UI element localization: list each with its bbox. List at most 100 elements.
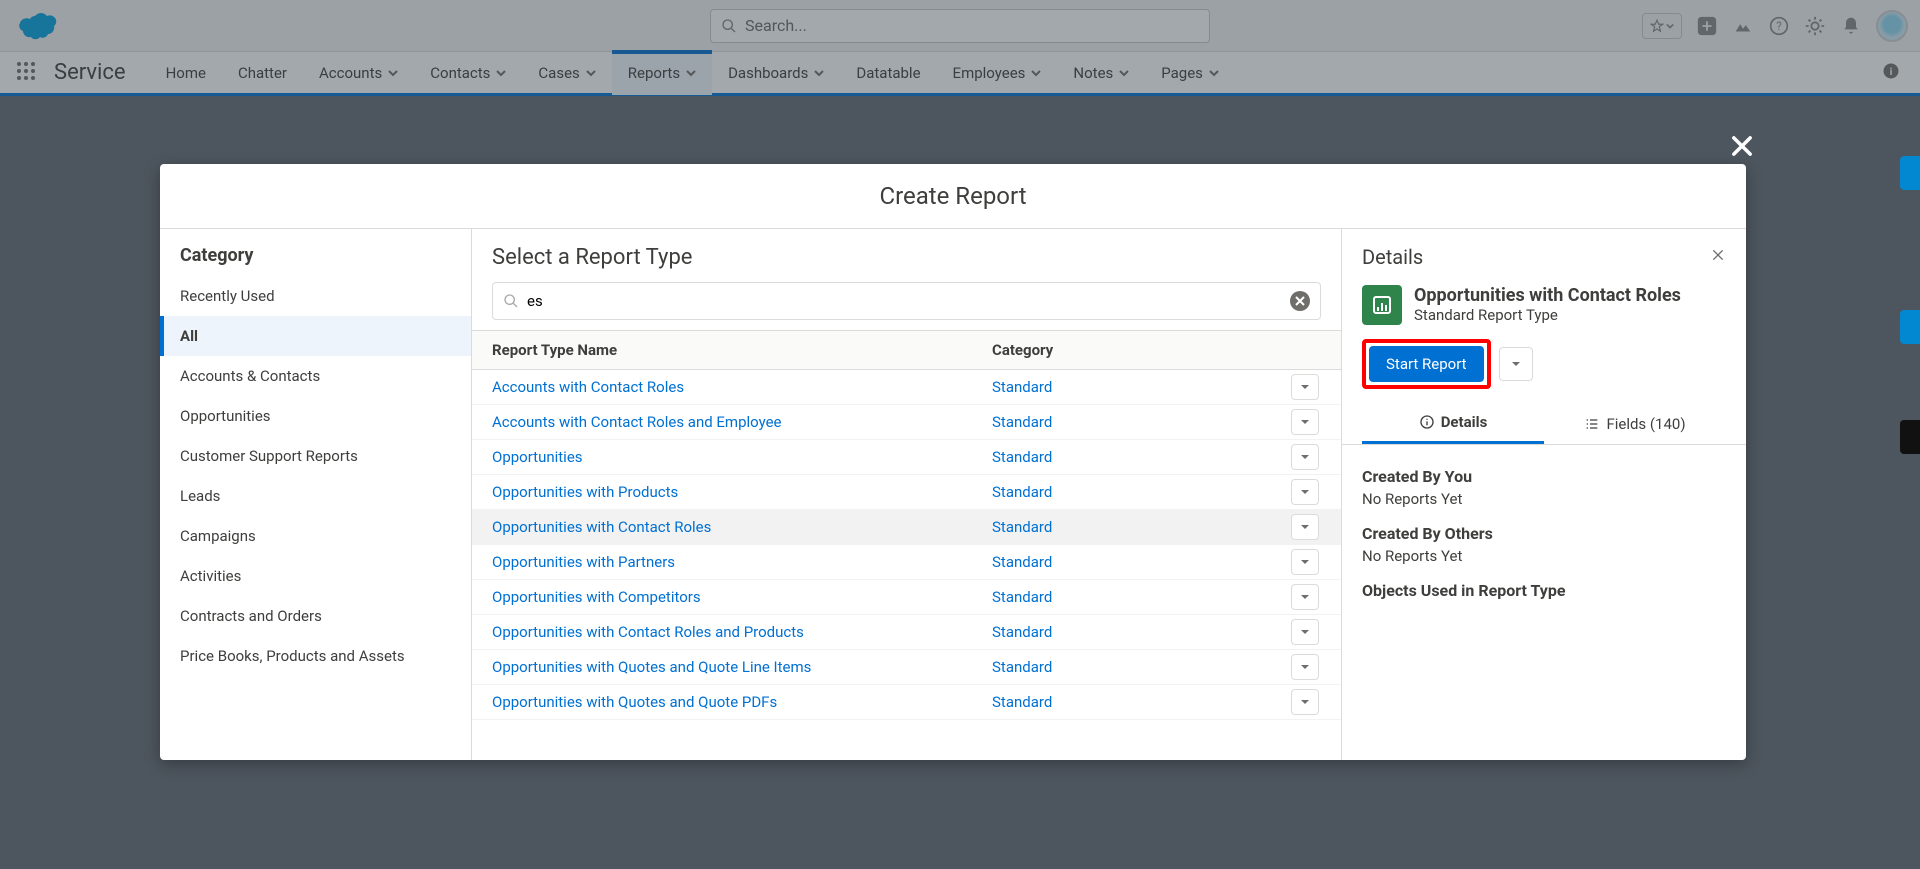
start-report-menu[interactable]	[1499, 347, 1533, 381]
category-item[interactable]: Campaigns	[160, 516, 471, 556]
row-actions-button[interactable]	[1291, 584, 1319, 610]
clear-search-button[interactable]	[1290, 291, 1310, 311]
selected-rt-name: Opportunities with Contact Roles	[1414, 285, 1681, 306]
close-dialog-button[interactable]	[1728, 132, 1756, 164]
report-type-name[interactable]: Opportunities with Partners	[472, 545, 972, 579]
row-actions-button[interactable]	[1291, 444, 1319, 470]
start-report-button[interactable]: Start Report	[1369, 346, 1484, 382]
info-icon: i	[1882, 62, 1900, 80]
report-type-name[interactable]: Opportunities with Products	[472, 475, 972, 509]
side-tab[interactable]	[1900, 156, 1920, 190]
objects-used-header: Objects Used in Report Type	[1362, 581, 1726, 600]
trailhead-button[interactable]	[1732, 15, 1754, 37]
chevron-down-icon	[1209, 64, 1219, 82]
help-button[interactable]: ?	[1768, 15, 1790, 37]
report-type-row[interactable]: Opportunities with ProductsStandard	[472, 475, 1341, 510]
chevron-down-icon	[1300, 662, 1310, 672]
chevron-down-icon	[388, 64, 398, 82]
report-type-row[interactable]: Opportunities with CompetitorsStandard	[472, 580, 1341, 615]
report-type-name[interactable]: Opportunities with Competitors	[472, 580, 972, 614]
category-item[interactable]: Activities	[160, 556, 471, 596]
report-type-category: Standard	[972, 440, 1291, 474]
category-item[interactable]: Price Books, Products and Assets	[160, 636, 471, 676]
close-details-button[interactable]	[1710, 247, 1726, 267]
svg-text:?: ?	[1776, 19, 1782, 33]
tab-fields[interactable]: Fields (140)	[1544, 403, 1726, 444]
nav-item-notes[interactable]: Notes	[1057, 51, 1145, 95]
star-icon	[1650, 19, 1664, 33]
report-type-row[interactable]: Opportunities with Contact RolesStandard	[472, 510, 1341, 545]
report-type-name[interactable]: Opportunities with Quotes and Quote PDFs	[472, 685, 972, 719]
report-type-name[interactable]: Accounts with Contact Roles	[472, 370, 972, 404]
favorites-button[interactable]	[1642, 13, 1682, 39]
nav-item-cases[interactable]: Cases	[522, 51, 611, 95]
report-type-row[interactable]: Opportunities with Quotes and Quote Line…	[472, 650, 1341, 685]
report-type-row[interactable]: OpportunitiesStandard	[472, 440, 1341, 475]
nav-item-pages[interactable]: Pages	[1145, 51, 1235, 95]
report-type-row[interactable]: Opportunities with Quotes and Quote PDFs…	[472, 685, 1341, 720]
category-item[interactable]: Recently Used	[160, 276, 471, 316]
notifications-button[interactable]	[1840, 15, 1862, 37]
create-report-modal: Create Report Category Recently UsedAllA…	[160, 164, 1746, 760]
row-actions-button[interactable]	[1291, 689, 1319, 715]
category-item[interactable]: Contracts and Orders	[160, 596, 471, 636]
category-header: Category	[160, 229, 471, 276]
report-type-row[interactable]: Opportunities with PartnersStandard	[472, 545, 1341, 580]
chevron-down-icon	[1300, 592, 1310, 602]
report-type-name[interactable]: Opportunities	[472, 440, 972, 474]
nav-item-reports[interactable]: Reports	[612, 51, 712, 95]
category-list[interactable]: Recently UsedAllAccounts & ContactsOppor…	[160, 276, 471, 760]
row-actions-button[interactable]	[1291, 549, 1319, 575]
report-type-category: Standard	[972, 545, 1291, 579]
category-item[interactable]: Leads	[160, 476, 471, 516]
bell-icon	[1841, 15, 1861, 37]
side-tab[interactable]	[1900, 310, 1920, 344]
row-actions-button[interactable]	[1291, 619, 1319, 645]
report-type-row[interactable]: Accounts with Contact Roles and Employee…	[472, 405, 1341, 440]
user-avatar[interactable]	[1876, 10, 1908, 42]
search-icon	[503, 293, 519, 309]
add-button[interactable]	[1696, 15, 1718, 37]
row-actions-button[interactable]	[1291, 654, 1319, 680]
setup-button[interactable]	[1804, 15, 1826, 37]
report-type-name[interactable]: Opportunities with Contact Roles	[472, 510, 972, 544]
row-actions-button[interactable]	[1291, 479, 1319, 505]
category-item[interactable]: Accounts & Contacts	[160, 356, 471, 396]
category-item[interactable]: All	[160, 316, 471, 356]
tab-details[interactable]: Details	[1362, 403, 1544, 444]
search-input[interactable]	[519, 292, 1310, 310]
report-type-row[interactable]: Accounts with Contact RolesStandard	[472, 370, 1341, 405]
nav-item-dashboards[interactable]: Dashboards	[712, 51, 840, 95]
nav-item-employees[interactable]: Employees	[937, 51, 1058, 95]
created-by-you-value: No Reports Yet	[1362, 490, 1726, 508]
row-actions-button[interactable]	[1291, 374, 1319, 400]
row-actions-button[interactable]	[1291, 409, 1319, 435]
chevron-down-icon	[1300, 452, 1310, 462]
report-type-table[interactable]: Report Type Name Category Accounts with …	[472, 330, 1341, 760]
chevron-down-icon	[1300, 627, 1310, 637]
side-tab[interactable]	[1900, 420, 1920, 454]
chevron-down-icon	[1300, 417, 1310, 427]
svg-text:i: i	[1890, 66, 1893, 77]
info-icon	[1419, 414, 1435, 430]
row-actions-button[interactable]	[1291, 514, 1319, 540]
chevron-down-icon	[496, 64, 506, 82]
nav-item-accounts[interactable]: Accounts	[303, 51, 414, 95]
nav-item-chatter[interactable]: Chatter	[222, 51, 303, 95]
report-type-name[interactable]: Accounts with Contact Roles and Employee	[472, 405, 972, 439]
category-item[interactable]: Opportunities	[160, 396, 471, 436]
nav-item-contacts[interactable]: Contacts	[414, 51, 522, 95]
app-launcher[interactable]	[16, 61, 36, 85]
details-body[interactable]: Created By You No Reports Yet Created By…	[1342, 445, 1746, 760]
nav-item-home[interactable]: Home	[150, 51, 222, 95]
created-by-others-value: No Reports Yet	[1362, 547, 1726, 565]
category-item[interactable]: Customer Support Reports	[160, 436, 471, 476]
report-type-name[interactable]: Opportunities with Contact Roles and Pro…	[472, 615, 972, 649]
created-by-you-header: Created By You	[1362, 467, 1726, 486]
report-type-row[interactable]: Opportunities with Contact Roles and Pro…	[472, 615, 1341, 650]
nav-info-icon[interactable]: i	[1882, 62, 1900, 84]
nav-item-datatable[interactable]: Datatable	[840, 51, 936, 95]
details-header: Details	[1362, 245, 1423, 269]
global-search[interactable]: Search...	[710, 9, 1210, 43]
report-type-name[interactable]: Opportunities with Quotes and Quote Line…	[472, 650, 972, 684]
